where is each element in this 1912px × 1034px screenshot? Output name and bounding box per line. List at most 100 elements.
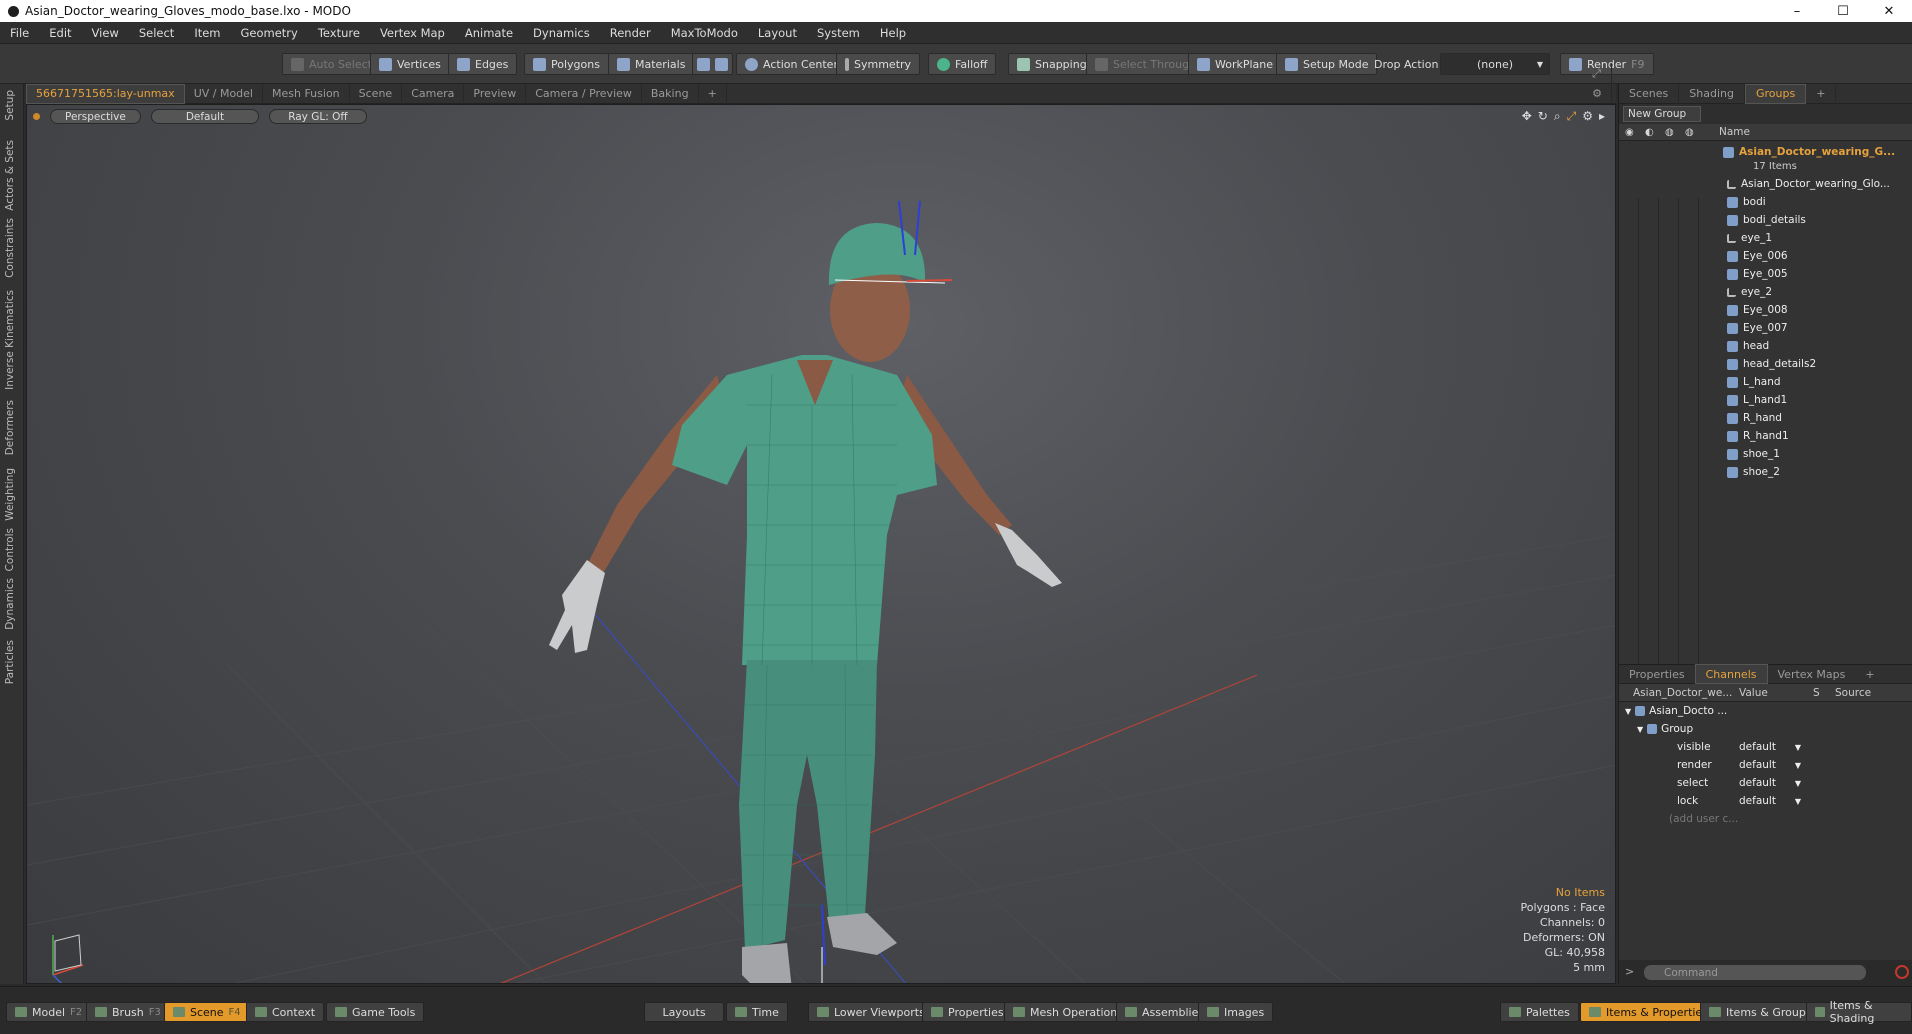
- list-item[interactable]: shoe_2: [1727, 463, 1780, 481]
- strip-tab-dynamics[interactable]: Dynamics: [4, 578, 16, 630]
- add-right-tab-button[interactable]: +: [1806, 83, 1837, 104]
- group-root[interactable]: Asian_Doctor_wearing_G...: [1723, 143, 1895, 161]
- strip-tab-deformers[interactable]: Deformers: [4, 400, 16, 455]
- lock-icon[interactable]: ◍: [1665, 127, 1674, 138]
- strip-tab-constraints[interactable]: Constraints: [4, 218, 16, 278]
- tab-scenes[interactable]: Scenes: [1619, 83, 1680, 104]
- command-input[interactable]: Command: [1643, 964, 1867, 981]
- list-item[interactable]: head_details2: [1727, 355, 1816, 373]
- gear-icon[interactable]: ⚙: [1583, 83, 1612, 104]
- menu-edit[interactable]: Edit: [39, 26, 81, 40]
- list-item[interactable]: Eye_007: [1727, 319, 1788, 337]
- lower-viewports-button[interactable]: Lower Viewports: [808, 1002, 934, 1022]
- record-icon[interactable]: [1895, 965, 1909, 979]
- polygons-button[interactable]: Polygons: [524, 53, 609, 75]
- menu-help[interactable]: Help: [870, 26, 916, 40]
- maximize-button[interactable]: ☐: [1820, 0, 1866, 22]
- mesh-operations-button[interactable]: Mesh Operations: [1004, 1002, 1132, 1022]
- tab-channels[interactable]: Channels: [1694, 664, 1768, 684]
- zoom-icon[interactable]: ⌕: [1554, 109, 1561, 124]
- materials-button[interactable]: Materials: [608, 53, 695, 75]
- properties-button[interactable]: Properties: [922, 1002, 1013, 1022]
- list-item[interactable]: eye_2: [1727, 283, 1772, 301]
- channel-item-row[interactable]: ▼ Asian_Docto ...: [1625, 702, 1727, 720]
- raygl-button[interactable]: Ray GL: Off: [269, 109, 367, 124]
- close-button[interactable]: ✕: [1866, 0, 1912, 22]
- menu-file[interactable]: File: [0, 26, 39, 40]
- model-button[interactable]: Model F2: [6, 1002, 92, 1022]
- symmetry-button[interactable]: Symmetry: [836, 53, 921, 75]
- list-item[interactable]: bodi_details: [1727, 211, 1806, 229]
- channel-render-value[interactable]: default ▼: [1739, 756, 1807, 774]
- channel-group-row[interactable]: ▼ Group: [1637, 720, 1693, 738]
- eye-icon[interactable]: ◉: [1625, 127, 1634, 138]
- time-button[interactable]: Time: [726, 1002, 788, 1022]
- game-tools-button[interactable]: Game Tools: [326, 1002, 425, 1022]
- tab-camera[interactable]: Camera: [402, 83, 465, 104]
- tab-shading[interactable]: Shading: [1679, 83, 1745, 104]
- context-button[interactable]: Context: [246, 1002, 325, 1022]
- pan-icon[interactable]: ✥: [1522, 109, 1532, 124]
- menu-vertex-map[interactable]: Vertex Map: [370, 26, 455, 40]
- items-groups-button[interactable]: Items & Groups: [1700, 1002, 1821, 1022]
- list-item[interactable]: L_hand: [1727, 373, 1781, 391]
- expand-icon[interactable]: ⤢: [1583, 63, 1612, 84]
- menu-texture[interactable]: Texture: [308, 26, 370, 40]
- shading-mode-button[interactable]: Default: [150, 109, 260, 124]
- column-item-name[interactable]: Asian_Doctor_we...: [1633, 687, 1732, 699]
- strip-tab-particles[interactable]: Particles: [4, 640, 16, 684]
- scene-button[interactable]: Scene F4: [164, 1002, 250, 1022]
- tab-scene[interactable]: Scene: [350, 83, 403, 104]
- action-center-button[interactable]: Action Center: [736, 53, 847, 75]
- menu-view[interactable]: View: [82, 26, 129, 40]
- rotate-icon[interactable]: ↻: [1538, 109, 1548, 124]
- edges-button[interactable]: Edges: [448, 53, 518, 75]
- drop-action-dropdown[interactable]: (none) ▼: [1440, 53, 1550, 75]
- tab-groups[interactable]: Groups: [1744, 83, 1807, 104]
- add-channel-tab-button[interactable]: +: [1855, 664, 1884, 684]
- brush-button[interactable]: Brush F3: [86, 1002, 170, 1022]
- menu-select[interactable]: Select: [129, 26, 184, 40]
- column-name[interactable]: Name: [1719, 126, 1750, 138]
- item-mode-button[interactable]: [692, 53, 733, 75]
- strip-tab-actors[interactable]: Actors & Sets: [4, 140, 16, 211]
- tab-properties[interactable]: Properties: [1619, 664, 1695, 684]
- list-item[interactable]: Eye_008: [1727, 301, 1788, 319]
- snapping-button[interactable]: Snapping: [1008, 53, 1096, 75]
- workplane-button[interactable]: WorkPlane: [1188, 53, 1283, 75]
- tab-preview[interactable]: Preview: [464, 83, 527, 104]
- new-group-button[interactable]: New Group: [1623, 106, 1701, 122]
- list-item[interactable]: Eye_005: [1727, 265, 1788, 283]
- vertices-button[interactable]: Vertices: [370, 53, 450, 75]
- list-item[interactable]: eye_1: [1727, 229, 1772, 247]
- layouts-button[interactable]: Layouts: [644, 1002, 724, 1022]
- minimize-button[interactable]: –: [1774, 0, 1820, 22]
- strip-tab-ik[interactable]: Inverse Kinematics: [4, 290, 16, 390]
- render-toggle-icon[interactable]: ◐: [1645, 127, 1654, 138]
- list-item[interactable]: Asian_Doctor_wearing_Glo...: [1727, 175, 1890, 193]
- menu-item[interactable]: Item: [184, 26, 230, 40]
- list-item[interactable]: R_hand: [1727, 409, 1782, 427]
- items-properties-button[interactable]: Items & Properties: [1580, 1002, 1717, 1022]
- channel-lock-value[interactable]: default ▼: [1739, 792, 1807, 810]
- list-item[interactable]: head: [1727, 337, 1769, 355]
- viewport-gear-icon[interactable]: ⚙: [1582, 109, 1593, 124]
- strip-tab-controls[interactable]: Controls: [4, 528, 16, 571]
- viewport-menu-icon[interactable]: ▸: [1599, 109, 1605, 124]
- menu-render[interactable]: Render: [600, 26, 661, 40]
- tab-camera-preview[interactable]: Camera / Preview: [526, 83, 642, 104]
- menu-animate[interactable]: Animate: [455, 26, 523, 40]
- select-toggle-icon[interactable]: ◍: [1685, 127, 1694, 138]
- list-item[interactable]: bodi: [1727, 193, 1766, 211]
- list-item[interactable]: L_hand1: [1727, 391, 1787, 409]
- fit-icon[interactable]: ⤢: [1567, 109, 1577, 124]
- doctor-model[interactable]: [549, 200, 1062, 984]
- menu-system[interactable]: System: [807, 26, 870, 40]
- add-user-channel[interactable]: (add user c...: [1669, 810, 1738, 828]
- list-item[interactable]: shoe_1: [1727, 445, 1780, 463]
- palettes-button[interactable]: Palettes: [1500, 1002, 1579, 1022]
- channel-select-value[interactable]: default ▼: [1739, 774, 1807, 792]
- falloff-button[interactable]: Falloff: [928, 53, 997, 75]
- strip-tab-setup[interactable]: Setup: [4, 90, 16, 121]
- menu-dynamics[interactable]: Dynamics: [523, 26, 600, 40]
